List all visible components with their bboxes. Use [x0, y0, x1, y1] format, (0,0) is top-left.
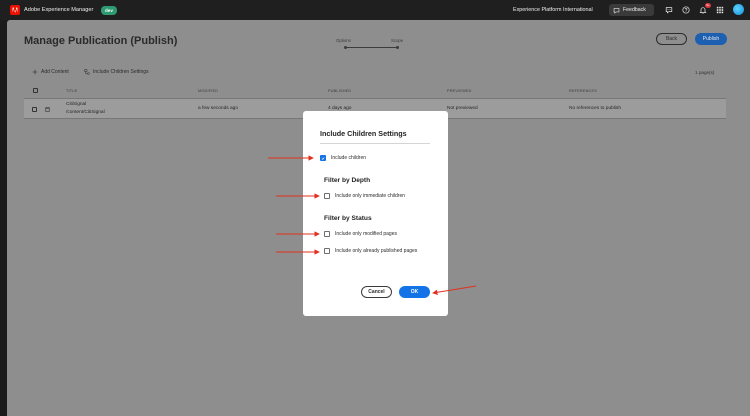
feedback-icon: [613, 7, 620, 14]
hierarchy-settings-icon: [84, 69, 90, 75]
page-icon: [45, 107, 50, 112]
row-title: CitiSignal: [66, 102, 87, 107]
pages-count: 1 page(s): [695, 70, 715, 75]
filter-by-depth-heading: Filter by Depth: [324, 177, 371, 184]
back-button[interactable]: Back: [656, 33, 687, 45]
include-children-label: Include children: [331, 155, 367, 161]
include-modified-pages-checkbox[interactable]: Include only modified pages: [324, 231, 397, 237]
checkbox-unchecked-icon[interactable]: [324, 248, 330, 254]
stepper-line: [345, 47, 397, 48]
row-select-checkbox[interactable]: [32, 107, 37, 112]
adobe-logo-icon[interactable]: [10, 5, 20, 15]
step-options-dot[interactable]: [344, 45, 347, 49]
include-children-settings-label: Include Children Settings: [93, 69, 149, 75]
publish-button[interactable]: Publish: [695, 33, 727, 45]
apps-grid-icon[interactable]: [715, 5, 725, 15]
checkbox-checked-icon[interactable]: [320, 155, 326, 161]
help-icon[interactable]: [681, 5, 691, 15]
include-immediate-children-label: Include only immediate children: [335, 193, 406, 199]
feedback-label: Feedback: [623, 7, 646, 13]
column-published[interactable]: PUBLISHED: [328, 89, 351, 93]
wizard-stepper: Options Scope: [336, 38, 408, 52]
column-title[interactable]: TITLE: [66, 89, 77, 93]
add-content-button[interactable]: Add Content: [32, 69, 69, 75]
column-previewed[interactable]: PREVIEWED: [447, 89, 472, 93]
page-title: Manage Publication (Publish): [24, 35, 178, 47]
dialog-divider: [320, 143, 430, 144]
include-children-checkbox[interactable]: Include children: [320, 155, 366, 161]
chat-icon[interactable]: [664, 5, 674, 15]
include-immediate-children-checkbox[interactable]: Include only immediate children: [324, 193, 405, 199]
row-path: /content/CitiSignal: [66, 110, 105, 115]
table-header: TITLE MODIFIED PUBLISHED PREVIEWED REFER…: [24, 84, 726, 96]
row-references: No references to publish: [569, 106, 621, 111]
feedback-button[interactable]: Feedback: [609, 4, 654, 16]
ok-button[interactable]: OK: [399, 286, 430, 298]
step-scope-label: Scope: [391, 38, 404, 43]
checkbox-unchecked-icon[interactable]: [324, 193, 330, 199]
include-children-settings-dialog: Include Children Settings Include childr…: [303, 111, 448, 316]
top-bar: Adobe Experience Manager dev Experience …: [0, 0, 750, 20]
app-name[interactable]: Adobe Experience Manager: [24, 7, 93, 13]
dialog-title: Include Children Settings: [320, 129, 407, 138]
row-previewed: Not previewed: [447, 106, 478, 111]
user-avatar[interactable]: [733, 4, 744, 15]
add-content-label: Add Content: [41, 69, 69, 75]
include-published-pages-checkbox[interactable]: Include only already published pages: [324, 248, 417, 254]
column-references[interactable]: REFERENCES: [569, 89, 597, 93]
checkbox-unchecked-icon[interactable]: [324, 231, 330, 237]
environment-badge: dev: [101, 5, 117, 15]
row-modified: a few seconds ago: [198, 106, 239, 111]
filter-by-status-heading: Filter by Status: [324, 215, 372, 222]
cancel-button[interactable]: Cancel: [361, 286, 392, 298]
plus-icon: [32, 69, 38, 75]
notification-count-badge: 9+: [705, 3, 711, 8]
include-modified-pages-label: Include only modified pages: [335, 231, 397, 237]
include-published-pages-label: Include only already published pages: [335, 248, 418, 254]
step-options-label: Options: [336, 38, 351, 43]
organization-switcher[interactable]: Experience Platform International: [513, 7, 593, 13]
select-all-checkbox[interactable]: [33, 88, 38, 93]
include-children-settings-button[interactable]: Include Children Settings: [84, 69, 149, 75]
step-scope-dot[interactable]: [396, 45, 399, 49]
column-modified[interactable]: MODIFIED: [198, 89, 218, 93]
